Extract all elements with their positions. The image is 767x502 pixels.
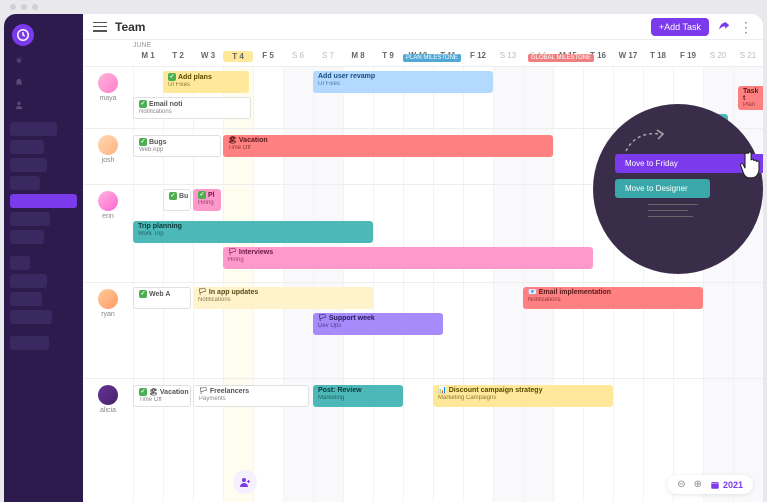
- avatar[interactable]: [98, 73, 118, 93]
- task-discount[interactable]: 📊Discount campaign strategy Marketing Ca…: [433, 385, 613, 407]
- sidebar-item[interactable]: [10, 176, 40, 190]
- zoom-in-icon[interactable]: ⊕: [694, 479, 702, 490]
- user-name: erin: [102, 213, 114, 220]
- day-header[interactable]: F 5: [253, 51, 283, 62]
- chrome-dot: [21, 4, 27, 10]
- sidebar: [4, 14, 83, 502]
- sidebar-item[interactable]: [10, 158, 47, 172]
- cursor-hand-icon: [738, 148, 763, 178]
- task-web[interactable]: ✓Web A: [133, 287, 191, 309]
- task-interviews[interactable]: 🏳Interviews Hiring: [223, 247, 593, 269]
- task-vacation[interactable]: 🏖Vacation Time Off: [223, 135, 553, 157]
- browser-chrome: [0, 0, 767, 14]
- sidebar-item[interactable]: [10, 212, 50, 226]
- topbar: Team +Add Task ⋮: [83, 14, 763, 40]
- sidebar-nav: [4, 122, 83, 354]
- share-icon[interactable]: [717, 20, 731, 34]
- user-icon[interactable]: [14, 100, 24, 110]
- day-header[interactable]: M 8: [343, 51, 373, 62]
- add-task-button[interactable]: +Add Task: [651, 18, 709, 36]
- day-header[interactable]: S 7: [313, 51, 343, 62]
- user-name: maya: [99, 95, 116, 102]
- task-pl[interactable]: ✓Pl Hiring: [193, 189, 221, 211]
- sidebar-item-active[interactable]: [10, 194, 77, 208]
- day-header[interactable]: F 19: [673, 51, 703, 62]
- calendar-icon: [710, 480, 720, 490]
- task-add-plans[interactable]: ✓Add plans UI Fixes: [163, 71, 249, 93]
- task-in-app-updates[interactable]: 🏳In app updates Notifications: [193, 287, 373, 309]
- context-placeholder-lines: [648, 204, 698, 222]
- sidebar-item[interactable]: [10, 292, 42, 306]
- task-add-user-revamp[interactable]: Add user revamp UI Fixes: [313, 71, 493, 93]
- task-post-review[interactable]: Post: Review Marketing: [313, 385, 403, 407]
- task-freelancers[interactable]: 🏳Freelancers Payments: [193, 385, 309, 407]
- day-header[interactable]: T 4: [223, 51, 253, 62]
- day-header[interactable]: S 6: [283, 51, 313, 62]
- chrome-dot: [32, 4, 38, 10]
- chrome-dot: [10, 4, 16, 10]
- month-label: June: [133, 42, 151, 49]
- app-container: Team +Add Task ⋮ June PLAN MILESTONE GLO…: [4, 14, 763, 502]
- avatar[interactable]: [98, 289, 118, 309]
- bell-icon[interactable]: [14, 78, 24, 88]
- gear-icon[interactable]: [14, 56, 24, 66]
- sidebar-item[interactable]: [10, 230, 44, 244]
- app-logo[interactable]: [12, 24, 34, 46]
- day-header[interactable]: W 3: [193, 51, 223, 62]
- milestone-global[interactable]: GLOBAL MILESTONE: [528, 54, 594, 62]
- user-name: ryan: [101, 311, 115, 318]
- sidebar-item[interactable]: [10, 140, 44, 154]
- day-header[interactable]: T 9: [373, 51, 403, 62]
- timeline-header: June PLAN MILESTONE GLOBAL MILESTONE M 1…: [83, 40, 763, 66]
- zoom-out-icon[interactable]: ⊖: [677, 479, 685, 490]
- sidebar-item[interactable]: [10, 256, 30, 270]
- avatar[interactable]: [98, 191, 118, 211]
- task-trip-planning[interactable]: Trip planning Work Trip: [133, 221, 373, 243]
- add-user-button[interactable]: [233, 470, 257, 494]
- more-icon[interactable]: ⋮: [739, 20, 753, 34]
- day-header[interactable]: T 18: [643, 51, 673, 62]
- task-vacation-alicia[interactable]: ✓🏖Vacation Time Off: [133, 385, 191, 407]
- page-title: Team: [115, 20, 145, 34]
- sidebar-item[interactable]: [10, 310, 52, 324]
- menu-icon[interactable]: [93, 22, 107, 32]
- day-header[interactable]: S 20: [703, 51, 733, 62]
- user-name: josh: [102, 157, 115, 164]
- sidebar-item[interactable]: [10, 122, 57, 136]
- day-header[interactable]: M 1: [133, 51, 163, 62]
- year-picker[interactable]: 2021: [710, 480, 743, 490]
- day-header[interactable]: F 12: [463, 51, 493, 62]
- day-header[interactable]: S 13: [493, 51, 523, 62]
- task-support-week[interactable]: 🏳Support week Dev Ops: [313, 313, 443, 335]
- swimlane-alicia: alicia ✓🏖Vacation Time Off 🏳Freelancers …: [83, 378, 763, 434]
- task-bu[interactable]: ✓Bu: [163, 189, 191, 211]
- day-header[interactable]: W 17: [613, 51, 643, 62]
- user-name: alicia: [100, 407, 116, 414]
- context-menu-overlay: Move to Friday Move to Designer: [593, 104, 763, 304]
- avatar[interactable]: [98, 385, 118, 405]
- context-item-move-designer[interactable]: Move to Designer: [615, 179, 710, 198]
- milestone-plan[interactable]: PLAN MILESTONE: [403, 54, 461, 62]
- task-bugs[interactable]: ✓Bugs Web App: [133, 135, 221, 157]
- avatar[interactable]: [98, 135, 118, 155]
- sidebar-item[interactable]: [10, 336, 49, 350]
- day-header[interactable]: S 21: [733, 51, 763, 62]
- main-panel: Team +Add Task ⋮ June PLAN MILESTONE GLO…: [83, 14, 763, 502]
- task-email-noti[interactable]: ✓Email noti Notifications: [133, 97, 251, 119]
- day-header[interactable]: T 2: [163, 51, 193, 62]
- sidebar-item[interactable]: [10, 274, 47, 288]
- zoom-date-controls: ⊖ ⊕ 2021: [667, 475, 753, 494]
